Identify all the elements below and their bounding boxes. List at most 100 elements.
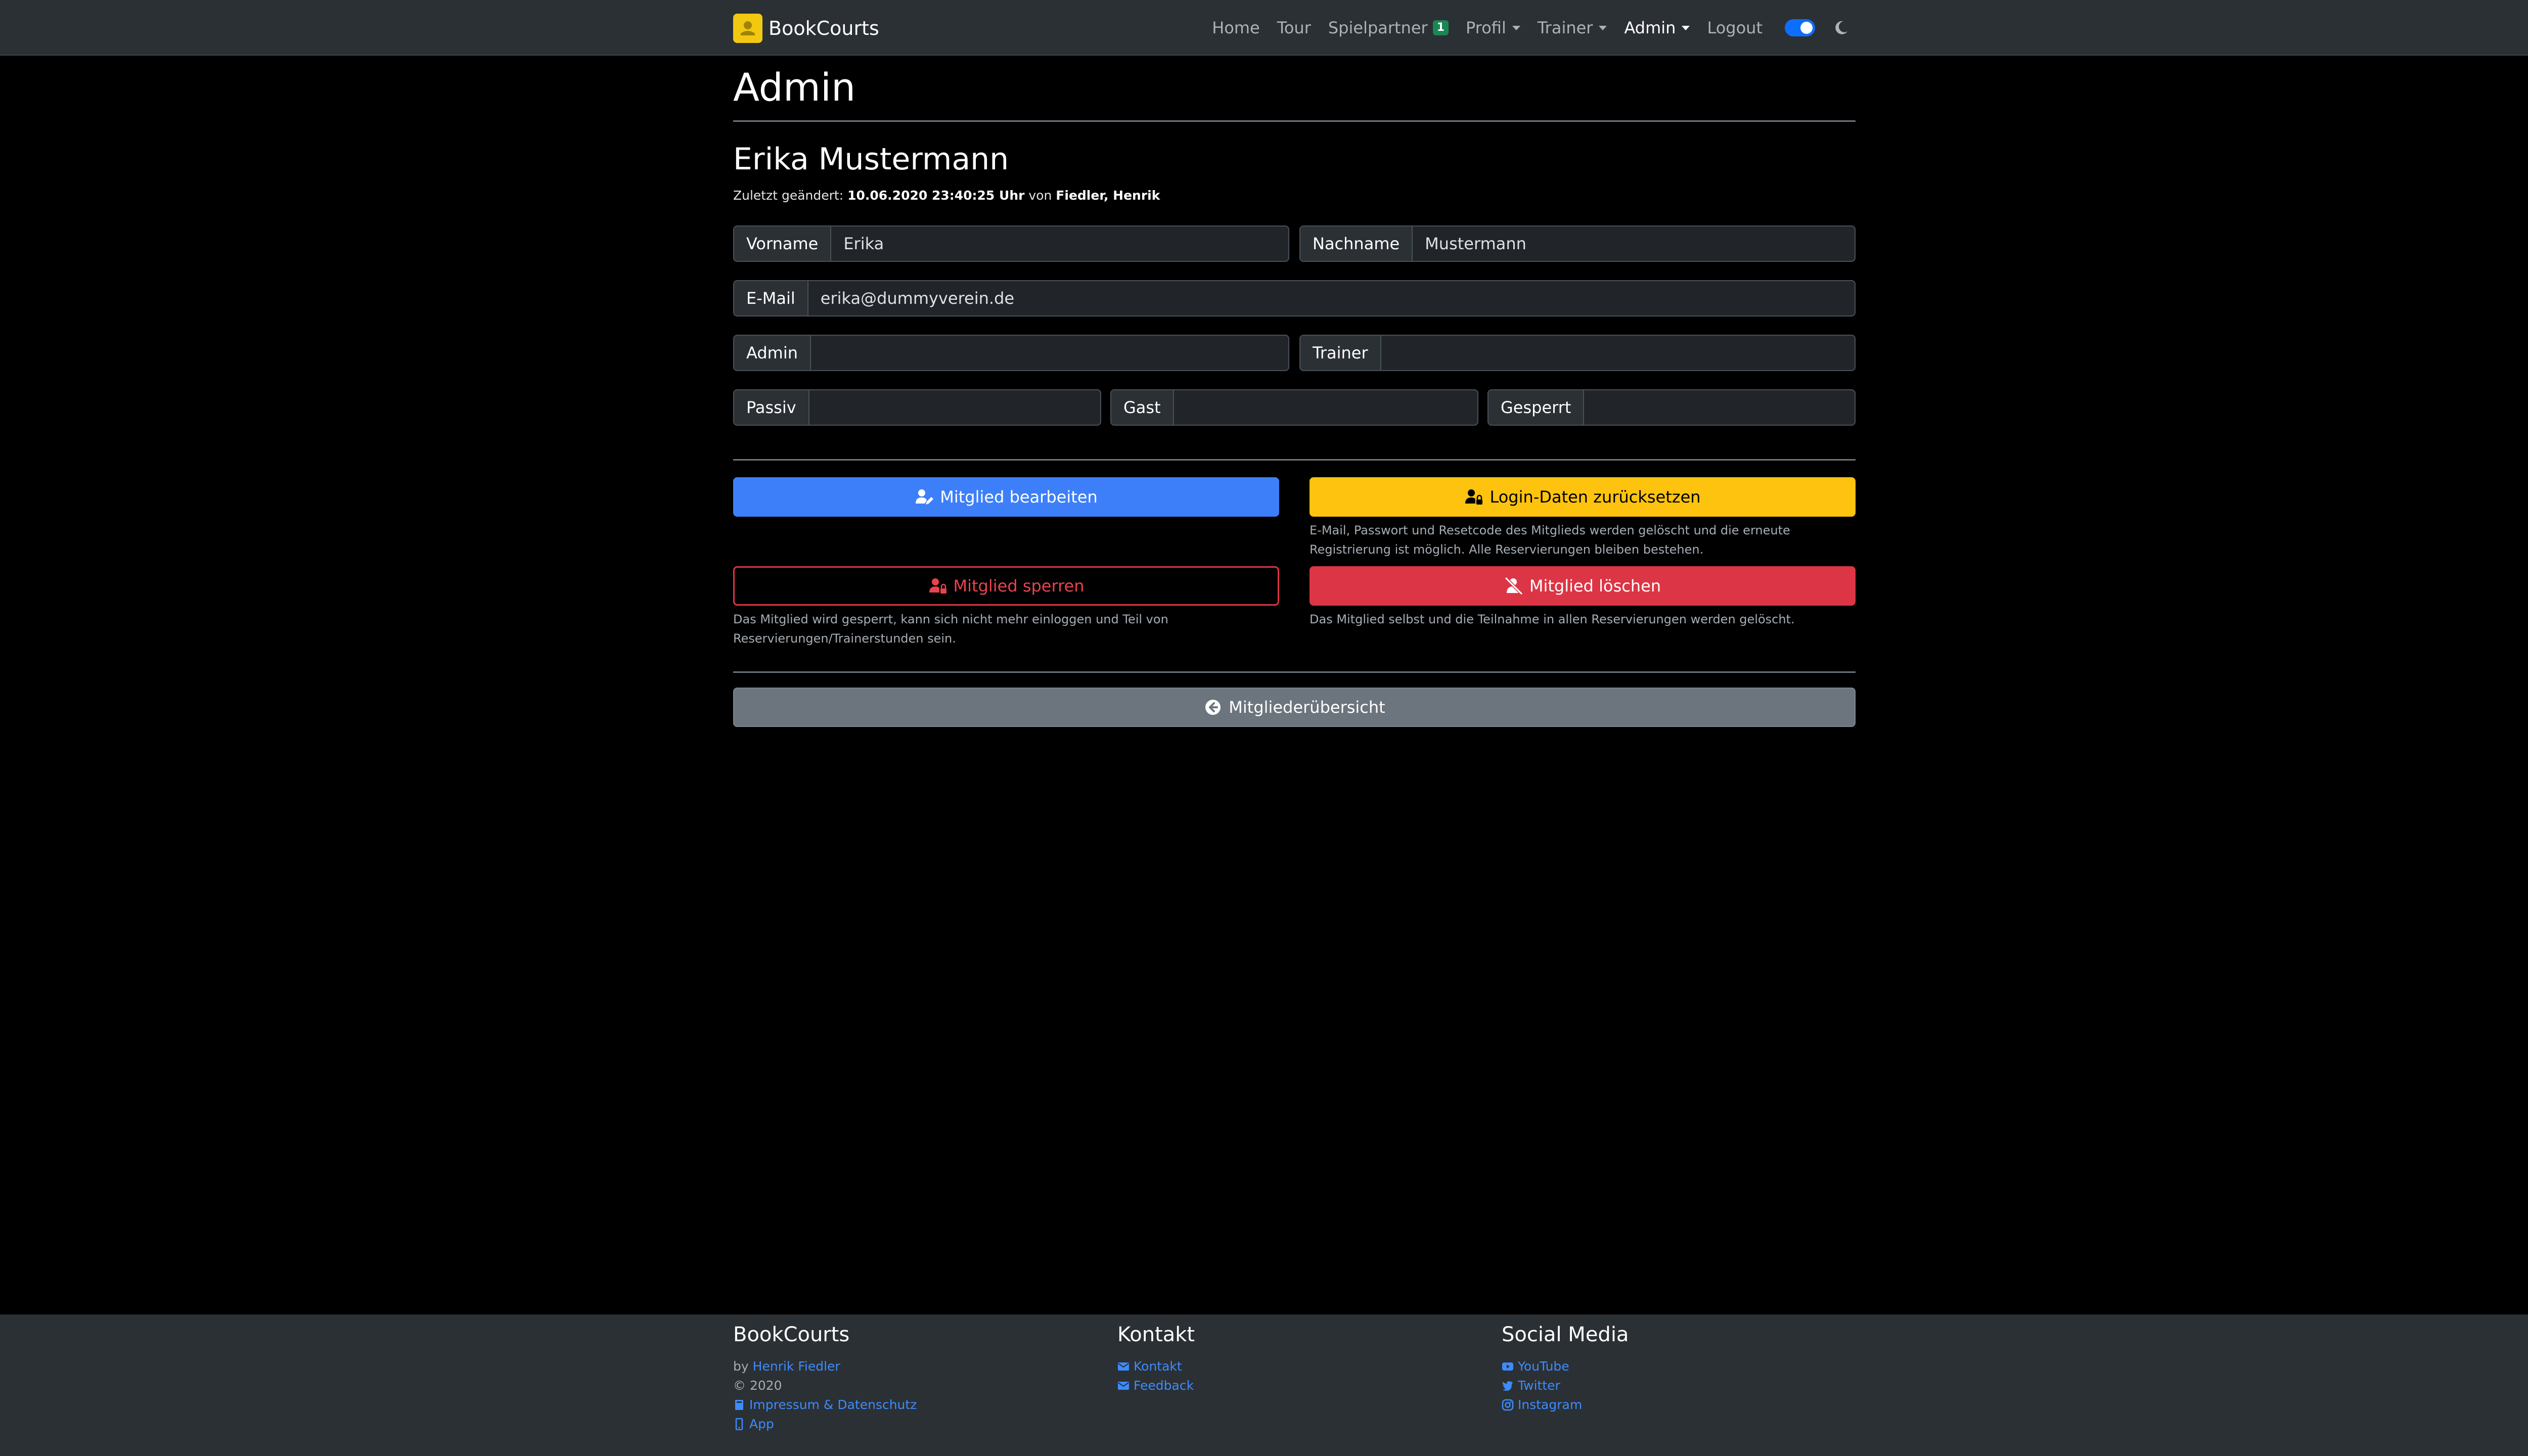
- gesperrt-value: [1584, 390, 1855, 425]
- footer-heading: Kontakt: [1117, 1323, 1195, 1346]
- edit-member-button[interactable]: Mitglied bearbeiten: [733, 477, 1279, 517]
- admin-value: [811, 336, 1288, 370]
- trainer-field[interactable]: Trainer: [1299, 335, 1856, 371]
- footer: BookCourts by Henrik Fiedler © 2020 Impr…: [0, 1314, 2528, 1456]
- last-changed-info: Zuletzt geändert: 10.06.2020 23:40:25 Uh…: [733, 188, 1160, 203]
- footer-col-bookcourts: BookCourts by Henrik Fiedler © 2020 Impr…: [733, 1321, 917, 1434]
- divider: [733, 459, 1856, 461]
- nav-admin-dropdown[interactable]: Admin: [1624, 18, 1690, 37]
- footer-kontakt-line[interactable]: Kontakt: [1117, 1357, 1195, 1376]
- block-member-label: Mitglied sperren: [953, 576, 1085, 596]
- footer-youtube-link[interactable]: YouTube: [1518, 1357, 1569, 1376]
- footer-instagram-line[interactable]: Instagram: [1502, 1395, 1629, 1415]
- nav-logout[interactable]: Logout: [1707, 18, 1763, 37]
- block-member-hint-line: Das Mitglied wird gesperrt, kann sich ni…: [733, 612, 1168, 626]
- last-changed-by-prefix: von: [1028, 188, 1052, 203]
- nachname-field[interactable]: Nachname Mustermann: [1299, 225, 1856, 262]
- divider: [733, 120, 1856, 122]
- footer-twitter-line[interactable]: Twitter: [1502, 1376, 1629, 1395]
- nav-home[interactable]: Home: [1212, 18, 1260, 37]
- nav-trainer-label: Trainer: [1537, 18, 1593, 37]
- footer-youtube-line[interactable]: YouTube: [1502, 1357, 1629, 1376]
- vorname-value: Erika: [843, 234, 884, 253]
- admin-field[interactable]: Admin: [733, 335, 1289, 371]
- last-changed-datetime: 10.06.2020 23:40:25 Uhr: [847, 188, 1025, 203]
- delete-member-label: Mitglied löschen: [1529, 576, 1661, 596]
- nav-trainer-dropdown[interactable]: Trainer: [1538, 18, 1607, 37]
- bookcourts-logo-icon: [733, 14, 762, 43]
- block-member-hint-line: Reservierungen/Trainerstunden sein.: [733, 631, 956, 646]
- footer-impressum-link[interactable]: Impressum & Datenschutz: [749, 1395, 917, 1415]
- member-overview-label: Mitgliederübersicht: [1229, 698, 1385, 717]
- footer-kontakt-link[interactable]: Kontakt: [1134, 1357, 1182, 1376]
- navbar: BookCourts Home Tour Spielpartner 1 Prof…: [0, 0, 2528, 56]
- nav-tour[interactable]: Tour: [1277, 18, 1311, 37]
- nav-profil-dropdown[interactable]: Profil: [1466, 18, 1520, 37]
- footer-instagram-link[interactable]: Instagram: [1518, 1395, 1582, 1415]
- circle-arrow-left-icon: [1205, 700, 1221, 715]
- nav-admin-label: Admin: [1624, 18, 1676, 37]
- footer-heading: Social Media: [1502, 1323, 1629, 1346]
- nachname-label: Nachname: [1300, 226, 1413, 261]
- passiv-value: [809, 390, 1100, 425]
- footer-feedback-line[interactable]: Feedback: [1117, 1376, 1195, 1395]
- instagram-icon: [1502, 1399, 1514, 1411]
- caret-down-icon: [1599, 25, 1607, 30]
- user-slash-icon: [1504, 576, 1523, 596]
- gast-value: [1174, 390, 1477, 425]
- twitter-icon: [1502, 1381, 1513, 1391]
- passiv-field[interactable]: Passiv: [733, 389, 1101, 426]
- brand-name: BookCourts: [769, 17, 879, 39]
- member-overview-button[interactable]: Mitgliederübersicht: [733, 688, 1856, 727]
- gast-field[interactable]: Gast: [1110, 389, 1478, 426]
- reset-login-button[interactable]: Login-Daten zurücksetzen: [1310, 477, 1856, 517]
- reset-login-label: Login-Daten zurücksetzen: [1489, 487, 1701, 507]
- email-field[interactable]: E-Mail erika@dummyverein.de: [733, 280, 1856, 316]
- footer-twitter-link[interactable]: Twitter: [1518, 1376, 1560, 1395]
- email-label: E-Mail: [734, 281, 808, 315]
- email-value: erika@dummyverein.de: [820, 289, 1015, 308]
- trainer-label: Trainer: [1300, 336, 1381, 370]
- delete-member-hint: Das Mitglied selbst und die Teilnahme in…: [1310, 610, 1856, 629]
- last-changed-by: Fiedler, Henrik: [1056, 188, 1160, 203]
- block-member-button[interactable]: Mitglied sperren: [733, 566, 1279, 606]
- footer-author-link[interactable]: Henrik Fiedler: [753, 1357, 840, 1376]
- delete-member-button[interactable]: Mitglied löschen: [1310, 566, 1856, 606]
- brand-link[interactable]: BookCourts: [733, 13, 879, 43]
- book-icon: [735, 1400, 743, 1410]
- spielpartner-count-badge: 1: [1432, 20, 1449, 35]
- footer-author-line: by Henrik Fiedler: [733, 1357, 917, 1376]
- user-lock-icon: [1465, 489, 1483, 505]
- youtube-icon: [1502, 1362, 1513, 1371]
- vorname-field[interactable]: Vorname Erika: [733, 225, 1289, 262]
- member-name: Erika Mustermann: [733, 142, 1009, 177]
- footer-feedback-link[interactable]: Feedback: [1134, 1376, 1194, 1395]
- caret-down-icon: [1682, 25, 1690, 30]
- reset-login-hint-line: Registrierung ist möglich. Alle Reservie…: [1310, 542, 1704, 557]
- footer-app-line[interactable]: App: [733, 1415, 917, 1434]
- footer-col-kontakt: Kontakt Kontakt Feedback: [1117, 1321, 1195, 1395]
- user-lock-icon: [929, 578, 946, 594]
- delete-member-hint-line: Das Mitglied selbst und die Teilnahme in…: [1310, 612, 1795, 626]
- gast-label: Gast: [1111, 390, 1174, 425]
- toggle-knob: [1800, 22, 1813, 34]
- footer-impressum-line[interactable]: Impressum & Datenschutz: [733, 1395, 917, 1415]
- dark-mode-toggle[interactable]: [1785, 19, 1815, 36]
- trainer-value: [1381, 336, 1855, 370]
- footer-copyright: © 2020: [733, 1378, 782, 1393]
- gesperrt-field[interactable]: Gesperrt: [1487, 389, 1856, 426]
- user-edit-icon: [916, 489, 934, 505]
- admin-label: Admin: [734, 336, 811, 370]
- nav-links: Home Tour Spielpartner 1 Profil Trainer …: [1212, 0, 1849, 56]
- divider: [733, 671, 1856, 673]
- footer-app-link[interactable]: App: [749, 1415, 774, 1434]
- mobile-icon: [735, 1418, 743, 1430]
- nachname-value: Mustermann: [1425, 234, 1526, 253]
- reset-login-hint-line: E-Mail, Passwort und Resetcode des Mitgl…: [1310, 523, 1790, 537]
- last-changed-prefix: Zuletzt geändert:: [733, 188, 844, 203]
- envelope-icon: [1118, 1382, 1129, 1390]
- page-title: Admin: [733, 65, 856, 110]
- edit-member-label: Mitglied bearbeiten: [940, 487, 1098, 507]
- footer-col-social: Social Media YouTube Twitter Instagram: [1502, 1321, 1629, 1415]
- nav-spielpartner[interactable]: Spielpartner 1: [1328, 18, 1449, 37]
